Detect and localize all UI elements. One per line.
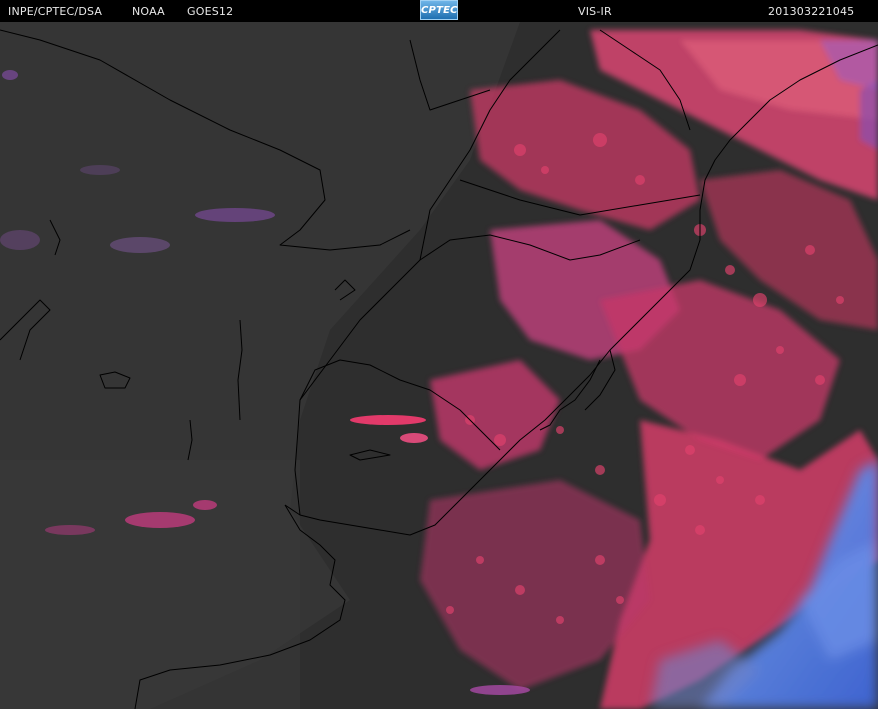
cptec-logo: CPTEC (420, 0, 458, 20)
satellite-image (0, 22, 878, 709)
provider-label: NOAA (132, 5, 165, 18)
satellite-composite (0, 22, 878, 709)
timestamp-label: 201303221045 (768, 5, 855, 18)
image-header: INPE/CPTEC/DSA NOAA GOES12 CPTEC VIS-IR … (0, 0, 878, 22)
agency-label: INPE/CPTEC/DSA (8, 5, 103, 18)
satellite-label: GOES12 (187, 5, 234, 18)
channel-label: VIS-IR (578, 5, 612, 18)
